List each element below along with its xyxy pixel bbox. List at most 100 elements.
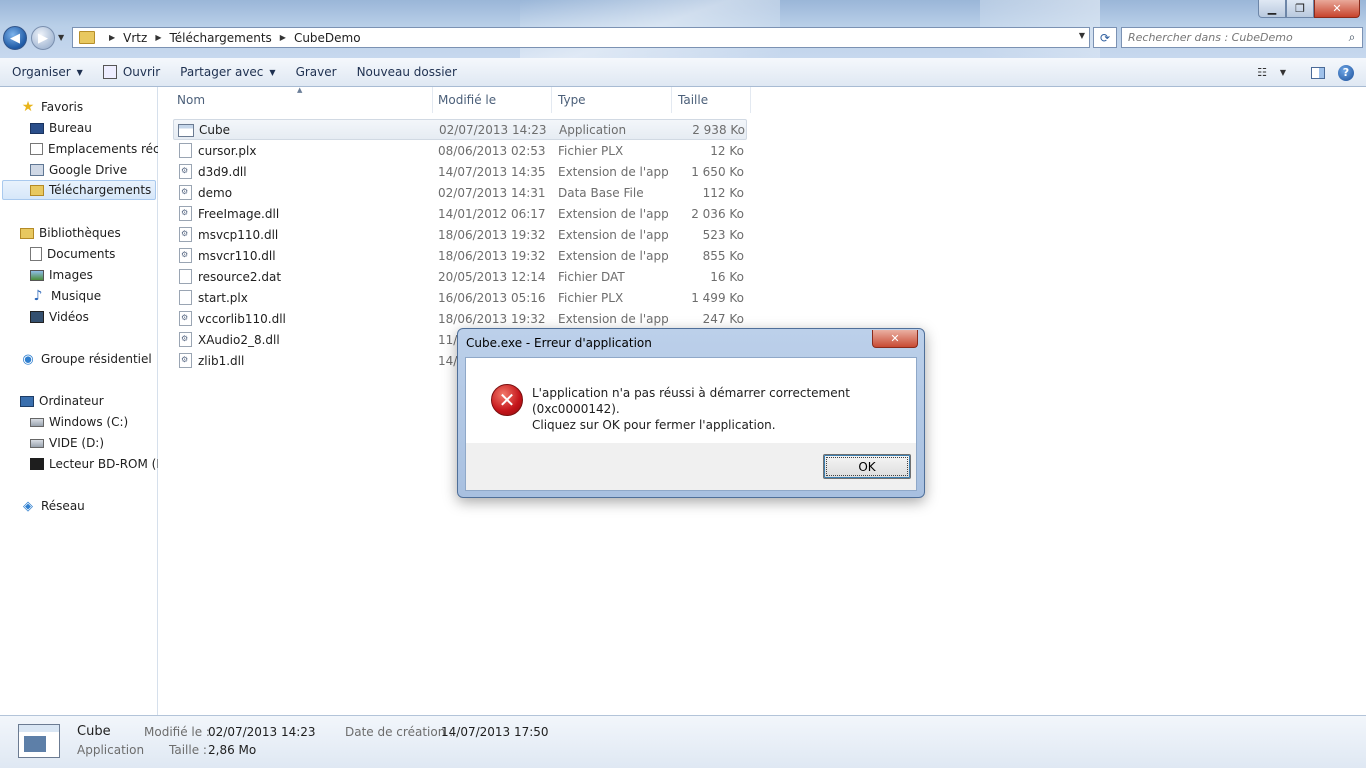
help-button[interactable]: ? — [1332, 62, 1360, 84]
recent-pages-dropdown[interactable]: ▼ — [58, 33, 64, 42]
burn-button[interactable]: Graver — [288, 60, 345, 84]
nav-music[interactable]: ♪ Musique — [30, 286, 102, 306]
file-row[interactable]: msvcp110.dll 18/06/2013 19:32 Extension … — [173, 224, 747, 245]
nav-label: Bureau — [49, 121, 92, 135]
search-icon[interactable]: ⌕ — [1342, 30, 1362, 45]
nav-computer[interactable]: Ordinateur — [20, 391, 104, 411]
share-button[interactable]: Partager avec ▼ — [172, 60, 283, 84]
google-drive-icon — [30, 164, 44, 176]
nav-recent[interactable]: Emplacements récents — [30, 139, 158, 159]
breadcrumb-vrtz[interactable]: Vrtz — [123, 31, 147, 45]
dialog-close-button[interactable]: ✕ — [872, 330, 918, 348]
nav-network[interactable]: ◈ Réseau — [20, 496, 85, 516]
file-row[interactable]: start.plx 16/06/2013 05:16 Fichier PLX 1… — [173, 287, 747, 308]
change-view-button[interactable]: ☷ — [1248, 62, 1276, 84]
file-date: 14/01/2012 06:17 — [438, 206, 546, 221]
details-file-name: Cube — [77, 724, 111, 739]
file-size: 523 Ko — [702, 227, 744, 242]
details-created-label: Date de création : — [345, 725, 454, 739]
chevron-right-icon[interactable]: ▶ — [280, 33, 286, 42]
dialog-message-area: ✕ L'application n'a pas réussi à démarre… — [466, 358, 916, 443]
nav-drive-c[interactable]: Windows (C:) — [30, 412, 128, 432]
chevron-right-icon[interactable]: ▶ — [109, 33, 115, 42]
error-message: L'application n'a pas réussi à démarrer … — [532, 385, 902, 433]
nav-downloads[interactable]: Téléchargements — [2, 180, 156, 200]
file-row[interactable]: d3d9.dll 14/07/2013 14:35 Extension de l… — [173, 161, 747, 182]
caret-down-icon: ▼ — [76, 67, 83, 77]
open-label: Ouvrir — [122, 65, 161, 79]
address-dropdown-icon[interactable]: ▼ — [1079, 31, 1085, 40]
file-date: 02/07/2013 14:31 — [438, 185, 546, 200]
nav-google-drive[interactable]: Google Drive — [30, 160, 158, 180]
new-folder-button[interactable]: Nouveau dossier — [349, 60, 465, 84]
dialog-body: ✕ L'application n'a pas réussi à démarre… — [465, 357, 917, 491]
file-name: cursor.plx — [198, 143, 257, 158]
nav-homegroup[interactable]: ◉ Groupe résidentiel — [20, 349, 152, 369]
column-header-name[interactable]: Nom — [171, 87, 433, 113]
preview-pane-button[interactable] — [1304, 62, 1332, 84]
view-dropdown-button[interactable]: ▼ — [1276, 62, 1290, 84]
address-bar[interactable]: ▶ Vrtz ▶ Téléchargements ▶ CubeDemo ▼ — [72, 27, 1090, 48]
file-icon — [179, 290, 192, 305]
refresh-button[interactable]: ⟳ — [1093, 27, 1117, 48]
nav-label: Bibliothèques — [39, 226, 121, 240]
homegroup-icon: ◉ — [22, 351, 34, 367]
file-name: resource2.dat — [198, 269, 282, 284]
dialog-title: Cube.exe - Erreur d'application — [466, 336, 652, 350]
close-button[interactable]: ✕ — [1314, 0, 1360, 18]
file-row[interactable]: resource2.dat 20/05/2013 12:14 Fichier D… — [173, 266, 747, 287]
minimize-button[interactable]: ▁ — [1258, 0, 1286, 18]
file-row-cube[interactable]: Cube 02/07/2013 14:23 Application 2 938 … — [173, 119, 747, 140]
column-headers: ▲ Nom Modifié le Type Taille — [159, 86, 751, 113]
window-controls: ▁ ❐ ✕ — [1258, 0, 1360, 18]
view-controls: ☷ ▼ ? — [1248, 58, 1366, 87]
file-type: Extension de l'app... — [558, 311, 668, 326]
ok-button[interactable]: OK — [823, 454, 911, 479]
file-type: Data Base File — [558, 185, 644, 200]
nav-drive-f[interactable]: Lecteur BD-ROM (F:) — [30, 454, 158, 474]
nav-drive-d[interactable]: VIDE (D:) — [30, 433, 104, 453]
back-button[interactable]: ◀ — [3, 26, 27, 50]
breadcrumb-downloads[interactable]: Téléchargements — [169, 31, 271, 45]
file-row[interactable]: demo 02/07/2013 14:31 Data Base File 112… — [173, 182, 747, 203]
video-icon — [30, 311, 44, 323]
chevron-right-icon[interactable]: ▶ — [155, 33, 161, 42]
file-type: Fichier PLX — [558, 290, 624, 305]
search-input[interactable] — [1122, 30, 1342, 45]
file-name: start.plx — [198, 290, 248, 305]
search-box[interactable]: ⌕ — [1121, 27, 1363, 48]
nav-label: Emplacements récents — [48, 142, 158, 156]
nav-favorites[interactable]: ★ Favoris — [20, 97, 83, 117]
nav-images[interactable]: Images — [30, 265, 93, 285]
nav-label: Groupe résidentiel — [41, 352, 152, 366]
images-icon — [30, 269, 44, 281]
file-date: 16/06/2013 05:16 — [438, 290, 546, 305]
maximize-button[interactable]: ❐ — [1286, 0, 1314, 18]
file-type: Fichier DAT — [558, 269, 625, 284]
nav-videos[interactable]: Vidéos — [30, 307, 89, 327]
header-label: Nom — [177, 93, 206, 107]
file-row[interactable]: msvcr110.dll 18/06/2013 19:32 Extension … — [173, 245, 747, 266]
nav-documents[interactable]: Documents — [30, 244, 115, 264]
file-row[interactable]: cursor.plx 08/06/2013 02:53 Fichier PLX … — [173, 140, 747, 161]
column-header-type[interactable]: Type — [552, 87, 672, 113]
breadcrumb-cubedemo[interactable]: CubeDemo — [294, 31, 361, 45]
open-button[interactable]: Ouvrir — [95, 60, 168, 84]
nav-desktop[interactable]: Bureau — [30, 118, 158, 138]
details-pane: Cube Application Modifié le : 02/07/2013… — [0, 715, 1366, 768]
forward-button[interactable]: ▶ — [31, 26, 55, 50]
file-row[interactable]: FreeImage.dll 14/01/2012 06:17 Extension… — [173, 203, 747, 224]
file-size: 12 Ko — [710, 143, 744, 158]
computer-icon — [20, 395, 34, 407]
dll-file-icon — [179, 164, 192, 179]
column-header-modified[interactable]: Modifié le — [432, 87, 552, 113]
organize-button[interactable]: Organiser ▼ — [4, 60, 91, 84]
folder-icon — [79, 31, 95, 44]
details-modified-label: Modifié le : — [144, 725, 210, 739]
column-header-size[interactable]: Taille — [672, 87, 751, 113]
arrow-right-icon: ▶ — [38, 30, 48, 46]
arrow-left-icon: ◀ — [10, 30, 20, 46]
nav-libraries[interactable]: Bibliothèques — [20, 223, 121, 243]
file-row[interactable]: vccorlib110.dll 18/06/2013 19:32 Extensi… — [173, 308, 747, 329]
desktop-icon — [30, 122, 44, 134]
